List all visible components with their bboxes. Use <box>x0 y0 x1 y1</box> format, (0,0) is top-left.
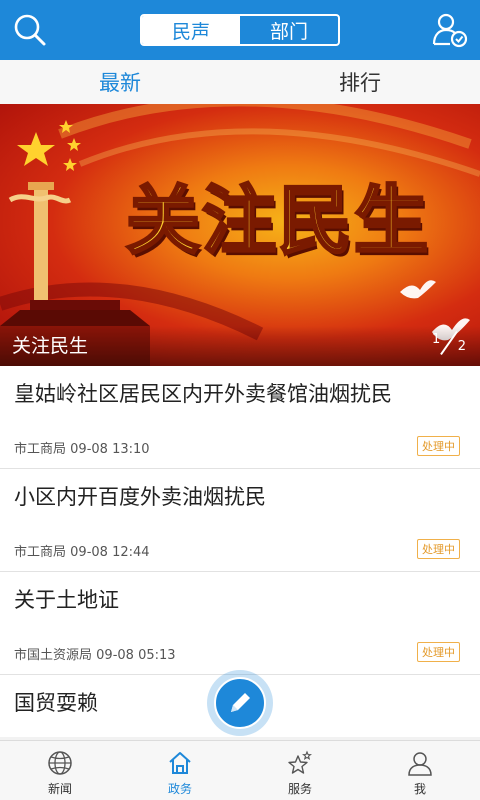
sub-tabs: 最新 排行 <box>0 60 480 104</box>
item-time: 09-08 12:44 <box>70 545 150 560</box>
nav-services[interactable]: 服务 <box>240 741 360 800</box>
item-department: 市工商局 <box>14 545 67 560</box>
item-title: 国贸耍赖 <box>14 691 98 715</box>
banner-pager: 1 2 <box>432 330 466 356</box>
banner-page-current: 1 <box>432 332 441 347</box>
person-icon <box>408 752 432 776</box>
banner-hero-text: 关注民生 <box>125 176 430 265</box>
banner-page-total: 2 <box>457 339 466 354</box>
section-switch: 民声 部门 <box>140 14 340 46</box>
status-badge: 处理中 <box>417 539 460 559</box>
item-time: 09-08 05:13 <box>96 648 176 663</box>
status-badge: 处理中 <box>417 642 460 662</box>
item-department: 市工商局 <box>14 442 67 457</box>
item-title: 关于土地证 <box>14 588 119 612</box>
pager-divider <box>440 330 458 356</box>
bottom-navigation: 新闻 政务 服务 我 <box>0 740 480 800</box>
pencil-icon <box>231 693 250 712</box>
nav-news[interactable]: 新闻 <box>0 741 120 800</box>
nav-government-label: 政务 <box>167 782 192 796</box>
compose-button-core <box>214 677 266 729</box>
segment-bumen[interactable]: 部门 <box>240 16 338 44</box>
item-title: 小区内开百度外卖油烟扰民 <box>14 485 266 509</box>
list-item[interactable]: 皇姑岭社区居民区内开外卖餐馆油烟扰民 市工商局 09-08 13:10 处理中 <box>0 366 480 469</box>
tab-ranking[interactable]: 排行 <box>240 60 480 104</box>
nav-services-label: 服务 <box>287 782 312 796</box>
banner-caption-bar: 关注民生 1 2 <box>0 326 480 366</box>
nav-me[interactable]: 我 <box>360 741 480 800</box>
nav-me-label: 我 <box>413 782 426 796</box>
globe-icon <box>48 751 72 775</box>
list-item[interactable]: 小区内开百度外卖油烟扰民 市工商局 09-08 12:44 处理中 <box>0 469 480 572</box>
top-header: 民声 部门 <box>0 0 480 60</box>
item-meta: 市工商局 09-08 12:44 <box>14 541 150 560</box>
nav-government[interactable]: 政务 <box>120 741 240 800</box>
list-item[interactable]: 关于土地证 市国土资源局 09-08 05:13 处理中 <box>0 572 480 675</box>
stars-icon <box>288 750 312 774</box>
nav-news-label: 新闻 <box>47 782 72 796</box>
banner-caption: 关注民生 <box>12 335 89 357</box>
item-meta: 市工商局 09-08 13:10 <box>14 438 150 457</box>
item-meta: 市国土资源局 09-08 05:13 <box>14 644 176 663</box>
banner-carousel[interactable]: 关注民生 关注民生 1 2 <box>0 104 480 366</box>
user-group-icon[interactable] <box>430 10 470 50</box>
house-icon <box>169 752 191 774</box>
item-time: 09-08 13:10 <box>70 442 150 457</box>
item-title: 皇姑岭社区居民区内开外卖餐馆油烟扰民 <box>14 382 392 406</box>
tab-latest[interactable]: 最新 <box>0 60 240 104</box>
segment-minsheng[interactable]: 民声 <box>142 16 240 44</box>
item-department: 市国土资源局 <box>14 648 93 663</box>
compose-button[interactable] <box>207 670 273 736</box>
status-badge: 处理中 <box>417 436 460 456</box>
search-icon[interactable] <box>10 10 50 50</box>
